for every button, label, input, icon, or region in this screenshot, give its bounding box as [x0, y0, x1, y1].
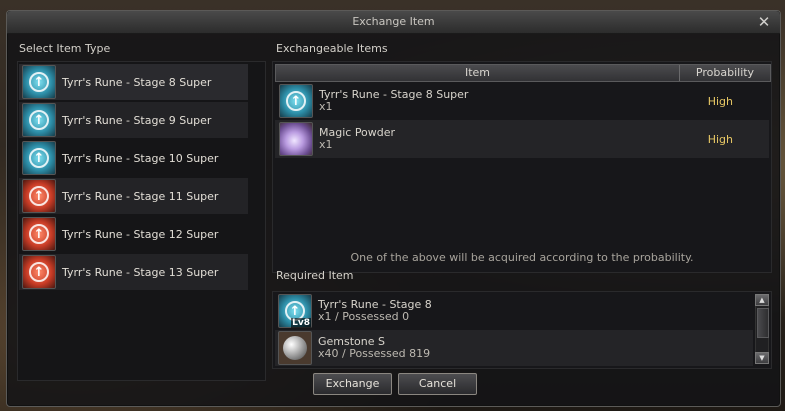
item-type-label: Tyrr's Rune - Stage 13 Super: [62, 265, 219, 279]
table-header: Item Probability: [275, 64, 771, 82]
item-name: Tyrr's Rune - Stage 8 Super: [319, 88, 469, 101]
blue-rune-icon: ↑: [22, 141, 56, 175]
window-title: Exchange Item: [352, 15, 435, 28]
red-rune-icon: ↑: [22, 217, 56, 251]
item-quantity: x1: [319, 100, 333, 113]
column-header-probability[interactable]: Probability: [680, 65, 770, 81]
level-badge: Lv8: [291, 318, 311, 328]
item-type-label: Tyrr's Rune - Stage 9 Super: [62, 113, 212, 127]
exchange-item-window: Exchange Item ✕ Select Item Type Exchang…: [6, 10, 781, 407]
item-type-stage-11-super[interactable]: ↑ Tyrr's Rune - Stage 11 Super: [19, 178, 248, 214]
select-item-type-label: Select Item Type: [19, 42, 111, 55]
probability-value: High: [707, 132, 733, 146]
probability-value: High: [707, 94, 733, 108]
scroll-down-icon[interactable]: ▼: [755, 352, 769, 364]
exchangeable-items-table: Item Probability ↑ Tyrr's Rune - Stage 8…: [272, 61, 772, 273]
magic-powder-icon: [279, 122, 313, 156]
item-type-stage-10-super[interactable]: ↑ Tyrr's Rune - Stage 10 Super: [19, 140, 248, 176]
required-items-list: ↑ Lv8 Tyrr's Rune - Stage 8 x1 / Possess…: [272, 291, 772, 369]
item-type-stage-8-super[interactable]: ↑ Tyrr's Rune - Stage 8 Super: [19, 64, 248, 100]
item-requirement: x1 / Possessed 0: [318, 310, 410, 323]
item-type-list: ↑ Tyrr's Rune - Stage 8 Super ↑ Tyrr's R…: [17, 61, 266, 381]
cancel-button[interactable]: Cancel: [398, 373, 477, 395]
item-type-label: Tyrr's Rune - Stage 12 Super: [62, 227, 219, 241]
item-type-label: Tyrr's Rune - Stage 11 Super: [62, 189, 219, 203]
scroll-track[interactable]: [755, 306, 769, 352]
item-requirement: x40 / Possessed 819: [318, 347, 431, 360]
table-row[interactable]: Magic Powder x1 High: [275, 120, 769, 158]
required-scrollbar[interactable]: ▲ ▼: [755, 294, 769, 366]
list-item[interactable]: ↑ Lv8 Tyrr's Rune - Stage 8 x1 / Possess…: [275, 293, 753, 329]
blue-rune-icon: ↑ Lv8: [278, 294, 312, 328]
blue-rune-icon: ↑: [279, 84, 313, 118]
column-header-item[interactable]: Item: [276, 65, 680, 81]
red-rune-icon: ↑: [22, 255, 56, 289]
item-quantity: x1: [319, 138, 333, 151]
gemstone-icon: [278, 331, 312, 365]
scroll-up-icon[interactable]: ▲: [755, 294, 769, 306]
table-row[interactable]: ↑ Tyrr's Rune - Stage 8 Super x1 High: [275, 82, 769, 120]
exchange-button[interactable]: Exchange: [313, 373, 392, 395]
close-icon[interactable]: ✕: [756, 14, 772, 30]
window-titlebar[interactable]: Exchange Item ✕: [7, 11, 780, 34]
item-type-stage-12-super[interactable]: ↑ Tyrr's Rune - Stage 12 Super: [19, 216, 248, 252]
list-item[interactable]: Gemstone S x40 / Possessed 819: [275, 330, 753, 366]
item-type-stage-13-super[interactable]: ↑ Tyrr's Rune - Stage 13 Super: [19, 254, 248, 290]
blue-rune-icon: ↑: [22, 103, 56, 137]
probability-note: One of the above will be acquired accord…: [350, 251, 694, 264]
blue-rune-icon: ↑: [22, 65, 56, 99]
scroll-thumb[interactable]: [757, 308, 769, 338]
red-rune-icon: ↑: [22, 179, 56, 213]
item-type-stage-9-super[interactable]: ↑ Tyrr's Rune - Stage 9 Super: [19, 102, 248, 138]
exchangeable-items-label: Exchangeable Items: [276, 42, 388, 55]
required-item-label: Required Item: [276, 269, 354, 282]
item-type-label: Tyrr's Rune - Stage 8 Super: [62, 75, 212, 89]
item-type-label: Tyrr's Rune - Stage 10 Super: [62, 151, 219, 165]
